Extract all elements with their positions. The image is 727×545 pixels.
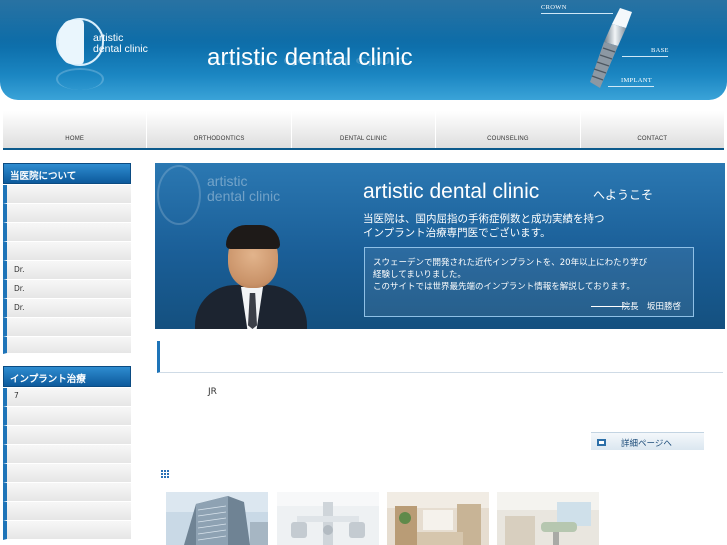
details-page-button-label: 詳細ページへ xyxy=(621,439,672,449)
sidebar-item[interactable] xyxy=(3,204,131,223)
building-photo[interactable] xyxy=(166,492,268,545)
sidebar-item[interactable] xyxy=(3,223,131,242)
nav-contact-label: CONTACT xyxy=(637,136,668,142)
access-text: JR xyxy=(208,387,217,397)
arrow-box-icon xyxy=(597,439,606,446)
sidebar-item-doctor[interactable]: Dr. xyxy=(3,299,131,318)
equipment-photo[interactable] xyxy=(277,492,379,545)
logo-text-line2: dental clinic xyxy=(93,43,148,55)
signature: 院長 坂田勝啓 xyxy=(621,302,681,312)
site-title-reflection: artistic dental clinic xyxy=(207,54,409,69)
banner-watermark: artistic dental clinic xyxy=(207,174,280,204)
sidebar-item[interactable] xyxy=(3,426,131,445)
sidebar-item[interactable] xyxy=(3,483,131,502)
banner-title-suffix: へようこそ xyxy=(593,188,654,202)
banner-line2: インプラント治療専門医でございます。 xyxy=(363,227,551,239)
message-line2: 経験してまいりました。 xyxy=(373,270,466,280)
sidebar-item[interactable] xyxy=(3,318,131,337)
site-header: artistic dental clinic artistic dental c… xyxy=(0,0,727,100)
sidebar-item[interactable] xyxy=(3,445,131,464)
banner-watermark-line1: artistic xyxy=(207,173,248,189)
message-box: スウェーデンで開発された近代インプラントを、20年以上にわたり学び 経験してまい… xyxy=(364,247,694,317)
implant-line-crown xyxy=(541,13,613,14)
sidebar-item[interactable] xyxy=(3,407,131,426)
sidebar-item[interactable] xyxy=(3,185,131,204)
sidebar-item-doctor[interactable]: Dr. xyxy=(3,280,131,299)
sidebar-item[interactable] xyxy=(3,337,131,354)
page: artistic dental clinic artistic dental c… xyxy=(0,0,727,545)
sidebar-heading-implant: インプラント治療 xyxy=(3,366,131,387)
nav-orthodontics-label: ORTHODONTICS xyxy=(193,136,245,142)
details-page-button[interactable]: 詳細ページへ xyxy=(591,432,704,450)
nav-dental-clinic-label: DENTAL CLINIC xyxy=(340,136,387,142)
nav-contact[interactable]: CONTACT xyxy=(580,111,725,148)
sidebar-item[interactable] xyxy=(3,502,131,521)
nav-counseling[interactable]: COUNSELING xyxy=(436,111,581,148)
logo-face-icon xyxy=(58,20,84,64)
welcome-banner: artistic dental clinic artistic dental c… xyxy=(155,163,725,329)
sidebar-item[interactable] xyxy=(3,242,131,261)
banner-line1: 当医院は、国内屈指の手術症例数と成功実績を持つ xyxy=(363,213,605,225)
nav-dental-clinic[interactable]: DENTAL CLINIC xyxy=(291,111,437,148)
sidebar-item[interactable] xyxy=(3,464,131,483)
banner-title: artistic dental clinic xyxy=(363,180,540,203)
doctor-hair xyxy=(226,225,280,249)
watermark-face-icon xyxy=(157,165,201,225)
nav-orthodontics[interactable]: ORTHODONTICS xyxy=(147,111,292,148)
logo-reflection xyxy=(56,68,104,90)
implant-line-implant xyxy=(608,86,654,87)
nav-home[interactable]: HOME xyxy=(3,111,148,148)
nav-counseling-label: COUNSELING xyxy=(487,136,529,142)
message-line1: スウェーデンで開発された近代インプラントを、20年以上にわたり学び xyxy=(373,258,648,268)
implant-label-implant: IMPLANT xyxy=(621,77,652,84)
section-heading-bar xyxy=(157,341,723,373)
implant-line-base xyxy=(622,56,668,57)
message-line3: このサイトでは世界最先端のインプラント情報を解説しております。 xyxy=(373,282,635,292)
reception-photo[interactable] xyxy=(387,492,489,545)
implant-label-crown: CROWN xyxy=(541,4,567,11)
sidebar-heading-about: 当医院について xyxy=(3,163,131,184)
treatment-room-photo[interactable] xyxy=(497,492,599,545)
sidebar-item[interactable]: 7 xyxy=(3,388,131,407)
implant-label-base: BASE xyxy=(651,47,669,54)
main-nav: HOME ORTHODONTICS DENTAL CLINIC COUNSELI… xyxy=(3,111,725,150)
banner-watermark-line2: dental clinic xyxy=(207,188,281,204)
grid-icon xyxy=(161,470,170,479)
nav-home-label: HOME xyxy=(65,136,85,142)
sidebar-item-doctor[interactable]: Dr. xyxy=(3,261,131,280)
sidebar-item[interactable] xyxy=(3,521,131,540)
logo-text[interactable]: artistic dental clinic xyxy=(93,33,148,55)
